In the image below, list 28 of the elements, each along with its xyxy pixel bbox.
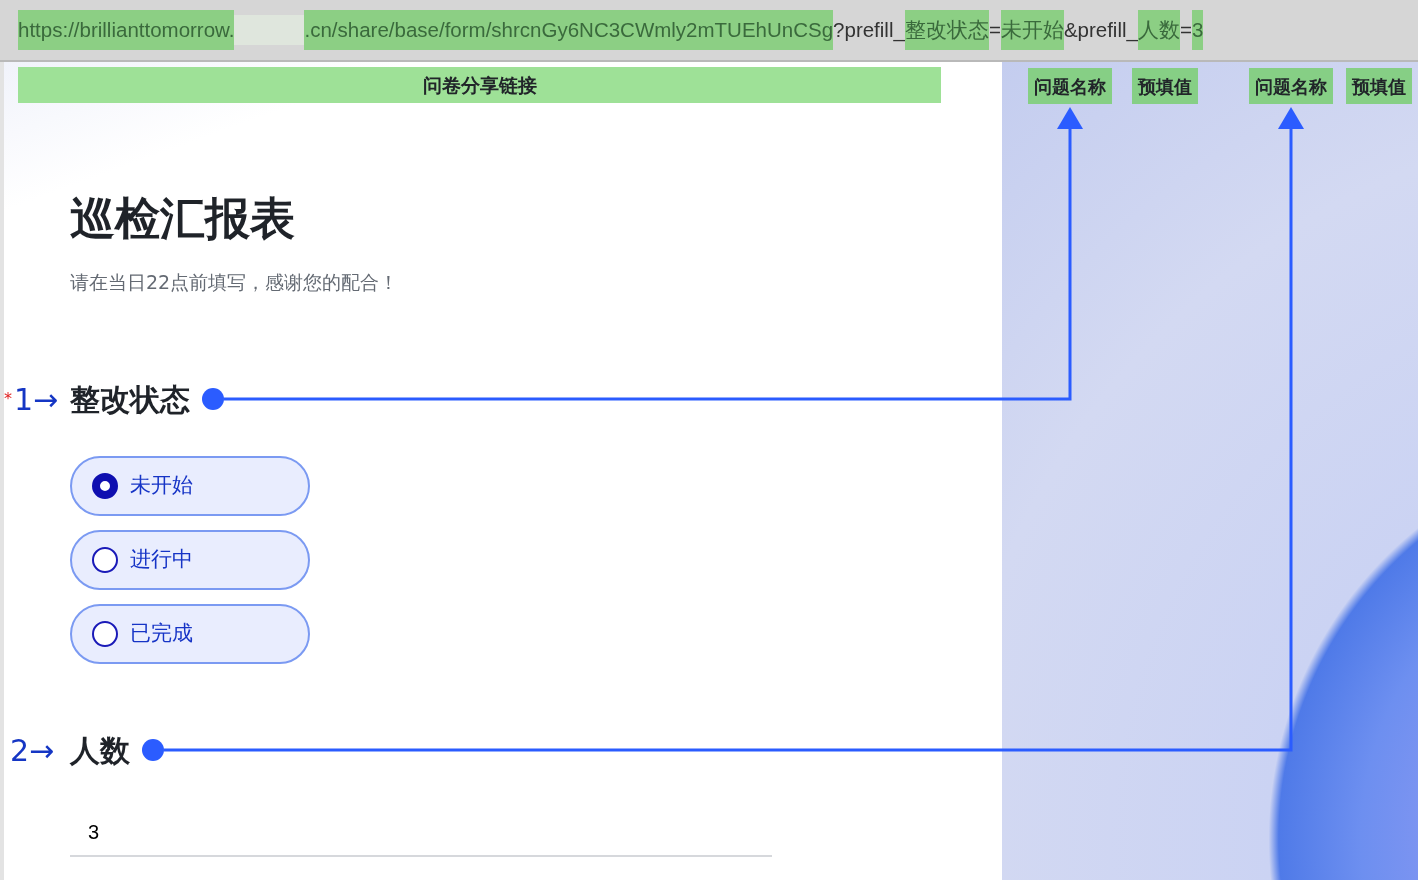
url-part: ?prefill_ (833, 16, 905, 44)
highlighted-url-part: 整改状态 (904, 9, 989, 51)
anchor-dot (202, 388, 224, 410)
highlighted-url-part: .cn/share/base/form/shrcnGy6NC3CWmly2mTUEhUnCSg (304, 9, 834, 51)
radio-option[interactable]: 进行中 (70, 529, 310, 590)
form-description: 请在当日22点前填写，感谢您的配合！ (70, 270, 400, 295)
annotation-tag: 问题名称 (1249, 68, 1333, 104)
question-label: 整改状态 (70, 380, 190, 419)
highlighted-url-part: 3 (1191, 9, 1204, 51)
highlighted-url-part: https://brillianttomorrow. (18, 9, 235, 51)
radio-option[interactable]: 已完成 (70, 603, 310, 664)
redaction-block (234, 15, 305, 45)
highlighted-url-part: 未开始 (1000, 9, 1064, 51)
anchor-dot (142, 739, 164, 761)
url-part: &prefill_ (1063, 16, 1138, 44)
question-number-annotation: 2→ (10, 731, 55, 770)
annotation-tag: 预填值 (1346, 68, 1412, 104)
url-part: = (988, 16, 1001, 43)
required-mark: * (4, 388, 12, 410)
question-label: 人数 (70, 731, 130, 770)
form-title: 巡检汇报表 (70, 192, 296, 246)
annotation-tag: 预填值 (1132, 68, 1198, 104)
url-part: = (1179, 16, 1192, 43)
input-field[interactable]: 3 (70, 808, 772, 857)
annotation-tag: 问题名称 (1028, 68, 1112, 104)
annotation-label: 问卷分享链接 (18, 67, 941, 103)
radio-option[interactable]: 未开始 (70, 455, 310, 516)
question-number-annotation: 1→ (14, 380, 59, 419)
